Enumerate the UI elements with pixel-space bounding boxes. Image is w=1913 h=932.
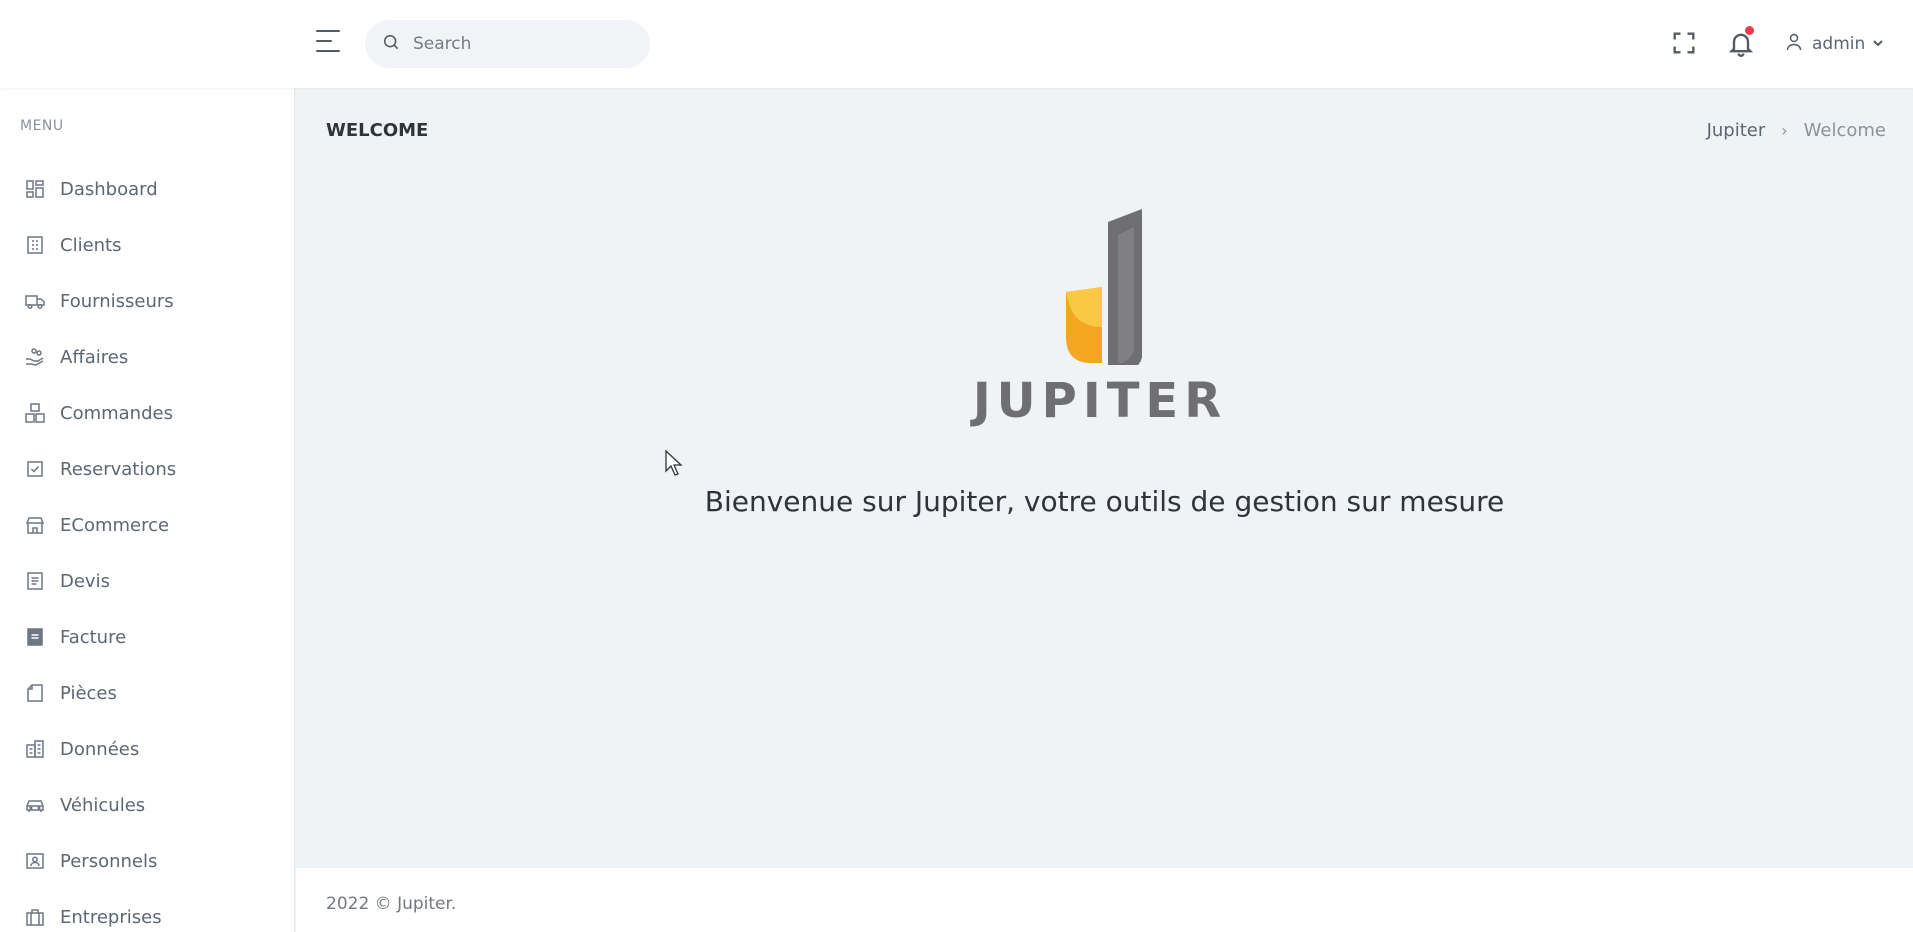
- logo-text: JUPITER: [972, 373, 1228, 429]
- sidebar-item-facture[interactable]: Facture: [0, 609, 295, 665]
- sidebar-item-dashboard[interactable]: Dashboard: [0, 161, 295, 217]
- sidebar-item-devis[interactable]: Devis: [0, 553, 295, 609]
- store-icon: [25, 515, 45, 535]
- building-icon: [25, 235, 45, 255]
- sidebar-item-ecommerce[interactable]: ECommerce: [0, 497, 295, 553]
- sidebar-item-fournisseurs[interactable]: Fournisseurs: [0, 273, 295, 329]
- database-building-icon: [25, 739, 45, 759]
- hand-coins-icon: [25, 347, 45, 367]
- user-name: admin: [1812, 34, 1866, 54]
- sidebar-item-label: Personnels: [60, 850, 158, 872]
- search-box[interactable]: [365, 20, 650, 68]
- welcome-message: Bienvenue sur Jupiter, votre outils de g…: [704, 485, 1505, 518]
- sidebar-item-reservations[interactable]: Reservations: [0, 441, 295, 497]
- notifications-button[interactable]: [1724, 26, 1758, 60]
- search-input[interactable]: [413, 34, 633, 54]
- sidebar-item-affaires[interactable]: Affaires: [0, 329, 295, 385]
- truck-icon: [25, 291, 45, 311]
- document-icon: [25, 571, 45, 591]
- sidebar-item-label: Commandes: [60, 402, 173, 424]
- sidebar-item-pieces[interactable]: Pièces: [0, 665, 295, 721]
- briefcase-icon: [25, 907, 45, 927]
- user-menu[interactable]: admin: [1786, 30, 1885, 58]
- menu-toggle-icon[interactable]: [316, 30, 342, 58]
- search-icon: [381, 32, 401, 56]
- dashboard-icon: [25, 179, 45, 199]
- sidebar-item-vehicules[interactable]: Véhicules: [0, 777, 295, 833]
- sidebar-item-label: Clients: [60, 234, 122, 256]
- boxes-icon: [25, 403, 45, 423]
- sidebar-item-personnels[interactable]: Personnels: [0, 833, 295, 889]
- mouse-cursor-icon: [665, 450, 683, 476]
- user-icon: [1786, 33, 1802, 55]
- car-icon: [25, 795, 45, 815]
- id-card-icon: [25, 851, 45, 871]
- sidebar-item-label: Facture: [60, 626, 127, 648]
- jupiter-logo: JUPITER: [940, 205, 1260, 429]
- sidebar-item-clients[interactable]: Clients: [0, 217, 295, 273]
- breadcrumb-link-jupiter[interactable]: Jupiter: [1707, 120, 1766, 141]
- top-bar: admin: [0, 0, 1913, 88]
- sidebar-item-label: Fournisseurs: [60, 290, 174, 312]
- sidebar-item-label: Entreprises: [60, 906, 162, 928]
- chevron-down-icon: [1865, 35, 1885, 54]
- footer: 2022 © Jupiter.: [296, 868, 1913, 932]
- sidebar-item-label: Affaires: [60, 346, 129, 368]
- breadcrumb-current: Welcome: [1803, 120, 1886, 141]
- sidebar-item-label: Reservations: [60, 458, 177, 480]
- footer-copyright: 2022 © Jupiter.: [326, 894, 457, 914]
- sidebar-item-label: Pièces: [60, 682, 117, 704]
- sidebar-item-donnees[interactable]: Données: [0, 721, 295, 777]
- checkbox-icon: [25, 459, 45, 479]
- jupiter-logo-mark: [1066, 209, 1142, 369]
- page-title: WELCOME: [326, 120, 429, 141]
- sidebar-item-label: Devis: [60, 570, 110, 592]
- notification-badge: [1745, 26, 1754, 35]
- sidebar-item-entreprises[interactable]: Entreprises: [0, 889, 295, 932]
- sidebar-item-label: Dashboard: [60, 178, 158, 200]
- file-icon: [25, 683, 45, 703]
- menu-section-title: MENU: [20, 118, 64, 134]
- sidebar-item-label: Données: [60, 738, 140, 760]
- breadcrumb: Jupiter › Welcome: [1707, 120, 1886, 141]
- sidebar: MENU Dashboard Clients Fournisseurs Affa…: [0, 88, 295, 932]
- chevron-right-icon: ›: [1781, 121, 1788, 140]
- fullscreen-icon[interactable]: [1667, 26, 1701, 60]
- sidebar-item-label: ECommerce: [60, 514, 170, 536]
- sidebar-nav: Dashboard Clients Fournisseurs Affaires …: [0, 161, 295, 932]
- invoice-icon: [25, 627, 45, 647]
- sidebar-item-commandes[interactable]: Commandes: [0, 385, 295, 441]
- sidebar-item-label: Véhicules: [60, 794, 146, 816]
